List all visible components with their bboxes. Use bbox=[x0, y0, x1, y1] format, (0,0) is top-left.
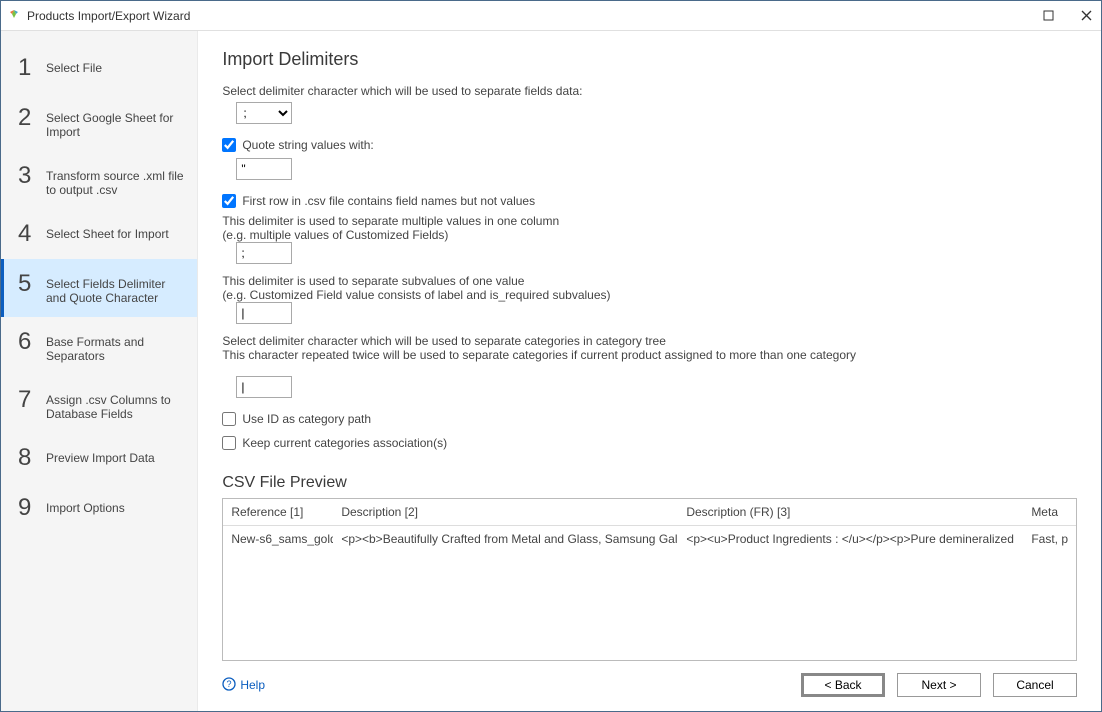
help-icon: ? bbox=[222, 677, 236, 694]
step-number: 7 bbox=[18, 387, 42, 413]
step-label: Select Google Sheet for Import bbox=[42, 105, 187, 139]
cell-description-fr: <p><u>Product Ingredients : </u></p><p>P… bbox=[678, 526, 1023, 552]
step-number: 5 bbox=[18, 271, 42, 297]
col-header-reference[interactable]: Reference [1] bbox=[223, 499, 333, 525]
firstrow-checkbox-row[interactable]: First row in .csv file contains field na… bbox=[222, 194, 1077, 208]
wizard-body: 1 Select File 2 Select Google Sheet for … bbox=[1, 31, 1101, 711]
help-link[interactable]: ? Help bbox=[222, 677, 265, 694]
cell-meta: Fast, p bbox=[1023, 526, 1076, 552]
firstrow-check-label: First row in .csv file contains field na… bbox=[242, 194, 535, 208]
cell-reference: New-s6_sams_gold bbox=[223, 526, 333, 552]
step-number: 6 bbox=[18, 329, 42, 355]
grid-body: New-s6_sams_gold <p><b>Beautifully Craft… bbox=[223, 526, 1076, 660]
multival-desc-line1: This delimiter is used to separate multi… bbox=[222, 214, 1077, 228]
table-row[interactable]: New-s6_sams_gold <p><b>Beautifully Craft… bbox=[223, 526, 1076, 552]
preview-title: CSV File Preview bbox=[222, 474, 1077, 492]
keep-cat-checkbox-row[interactable]: Keep current categories association(s) bbox=[222, 436, 1077, 450]
quote-check-label: Quote string values with: bbox=[242, 138, 373, 152]
step-import-options[interactable]: 9 Import Options bbox=[1, 483, 197, 533]
step-number: 8 bbox=[18, 445, 42, 471]
step-number: 9 bbox=[18, 495, 42, 521]
svg-text:?: ? bbox=[227, 679, 232, 689]
step-delimiter-quote[interactable]: 5 Select Fields Delimiter and Quote Char… bbox=[1, 259, 197, 317]
back-button[interactable]: < Back bbox=[801, 673, 885, 697]
catdelim-input[interactable] bbox=[236, 376, 292, 398]
delimiter-select[interactable]: ; bbox=[236, 102, 292, 124]
cell-description: <p><b>Beautifully Crafted from Metal and… bbox=[333, 526, 678, 552]
step-number: 2 bbox=[18, 105, 42, 131]
delimiter-label: Select delimiter character which will be… bbox=[222, 84, 1077, 98]
step-transform-xml[interactable]: 3 Transform source .xml file to output .… bbox=[1, 151, 197, 209]
step-number: 1 bbox=[18, 55, 42, 81]
app-icon bbox=[7, 9, 21, 23]
multival-input[interactable] bbox=[236, 242, 292, 264]
step-select-file[interactable]: 1 Select File bbox=[1, 43, 197, 93]
maximize-icon[interactable] bbox=[1041, 9, 1055, 23]
cancel-button[interactable]: Cancel bbox=[993, 673, 1077, 697]
step-number: 3 bbox=[18, 163, 42, 189]
col-header-meta[interactable]: Meta bbox=[1023, 499, 1076, 525]
step-label: Preview Import Data bbox=[42, 445, 187, 465]
step-label: Transform source .xml file to output .cs… bbox=[42, 163, 187, 197]
step-select-sheet[interactable]: 4 Select Sheet for Import bbox=[1, 209, 197, 259]
step-google-sheet[interactable]: 2 Select Google Sheet for Import bbox=[1, 93, 197, 151]
use-id-checkbox-row[interactable]: Use ID as category path bbox=[222, 412, 1077, 426]
titlebar: Products Import/Export Wizard bbox=[1, 1, 1101, 31]
page-title: Import Delimiters bbox=[222, 49, 1077, 70]
step-label: Select Fields Delimiter and Quote Charac… bbox=[42, 271, 187, 305]
preview-grid[interactable]: Reference [1] Description [2] Descriptio… bbox=[222, 498, 1077, 661]
multival-desc-line2: (e.g. multiple values of Customized Fiel… bbox=[222, 228, 1077, 242]
catdelim-line1: Select delimiter character which will be… bbox=[222, 334, 1077, 348]
use-id-checkbox[interactable] bbox=[222, 412, 236, 426]
step-label: Assign .csv Columns to Database Fields bbox=[42, 387, 187, 421]
quote-input[interactable] bbox=[236, 158, 292, 180]
close-icon[interactable] bbox=[1079, 9, 1093, 23]
step-label: Import Options bbox=[42, 495, 187, 515]
window-controls bbox=[1041, 9, 1093, 23]
help-label: Help bbox=[240, 678, 265, 692]
wizard-window: Products Import/Export Wizard 1 Select F… bbox=[0, 0, 1102, 712]
use-id-label: Use ID as category path bbox=[242, 412, 371, 426]
subval-input[interactable] bbox=[236, 302, 292, 324]
subval-desc-line1: This delimiter is used to separate subva… bbox=[222, 274, 1077, 288]
firstrow-checkbox[interactable] bbox=[222, 194, 236, 208]
step-base-formats[interactable]: 6 Base Formats and Separators bbox=[1, 317, 197, 375]
keep-cat-label: Keep current categories association(s) bbox=[242, 436, 447, 450]
grid-header: Reference [1] Description [2] Descriptio… bbox=[223, 499, 1076, 526]
quote-checkbox-row[interactable]: Quote string values with: bbox=[222, 138, 1077, 152]
step-number: 4 bbox=[18, 221, 42, 247]
step-assign-columns[interactable]: 7 Assign .csv Columns to Database Fields bbox=[1, 375, 197, 433]
keep-cat-checkbox[interactable] bbox=[222, 436, 236, 450]
step-preview-data[interactable]: 8 Preview Import Data bbox=[1, 433, 197, 483]
next-button[interactable]: Next > bbox=[897, 673, 981, 697]
window-title: Products Import/Export Wizard bbox=[27, 9, 1041, 23]
quote-checkbox[interactable] bbox=[222, 138, 236, 152]
sidebar: 1 Select File 2 Select Google Sheet for … bbox=[1, 31, 198, 711]
catdelim-line2: This character repeated twice will be us… bbox=[222, 348, 1077, 362]
step-label: Base Formats and Separators bbox=[42, 329, 187, 363]
subval-desc-line2: (e.g. Customized Field value consists of… bbox=[222, 288, 1077, 302]
step-label: Select File bbox=[42, 55, 187, 75]
step-label: Select Sheet for Import bbox=[42, 221, 187, 241]
col-header-description-fr[interactable]: Description (FR) [3] bbox=[678, 499, 1023, 525]
footer: ? Help < Back Next > Cancel bbox=[222, 661, 1077, 697]
main-panel: Import Delimiters Select delimiter chara… bbox=[198, 31, 1101, 711]
col-header-description[interactable]: Description [2] bbox=[333, 499, 678, 525]
